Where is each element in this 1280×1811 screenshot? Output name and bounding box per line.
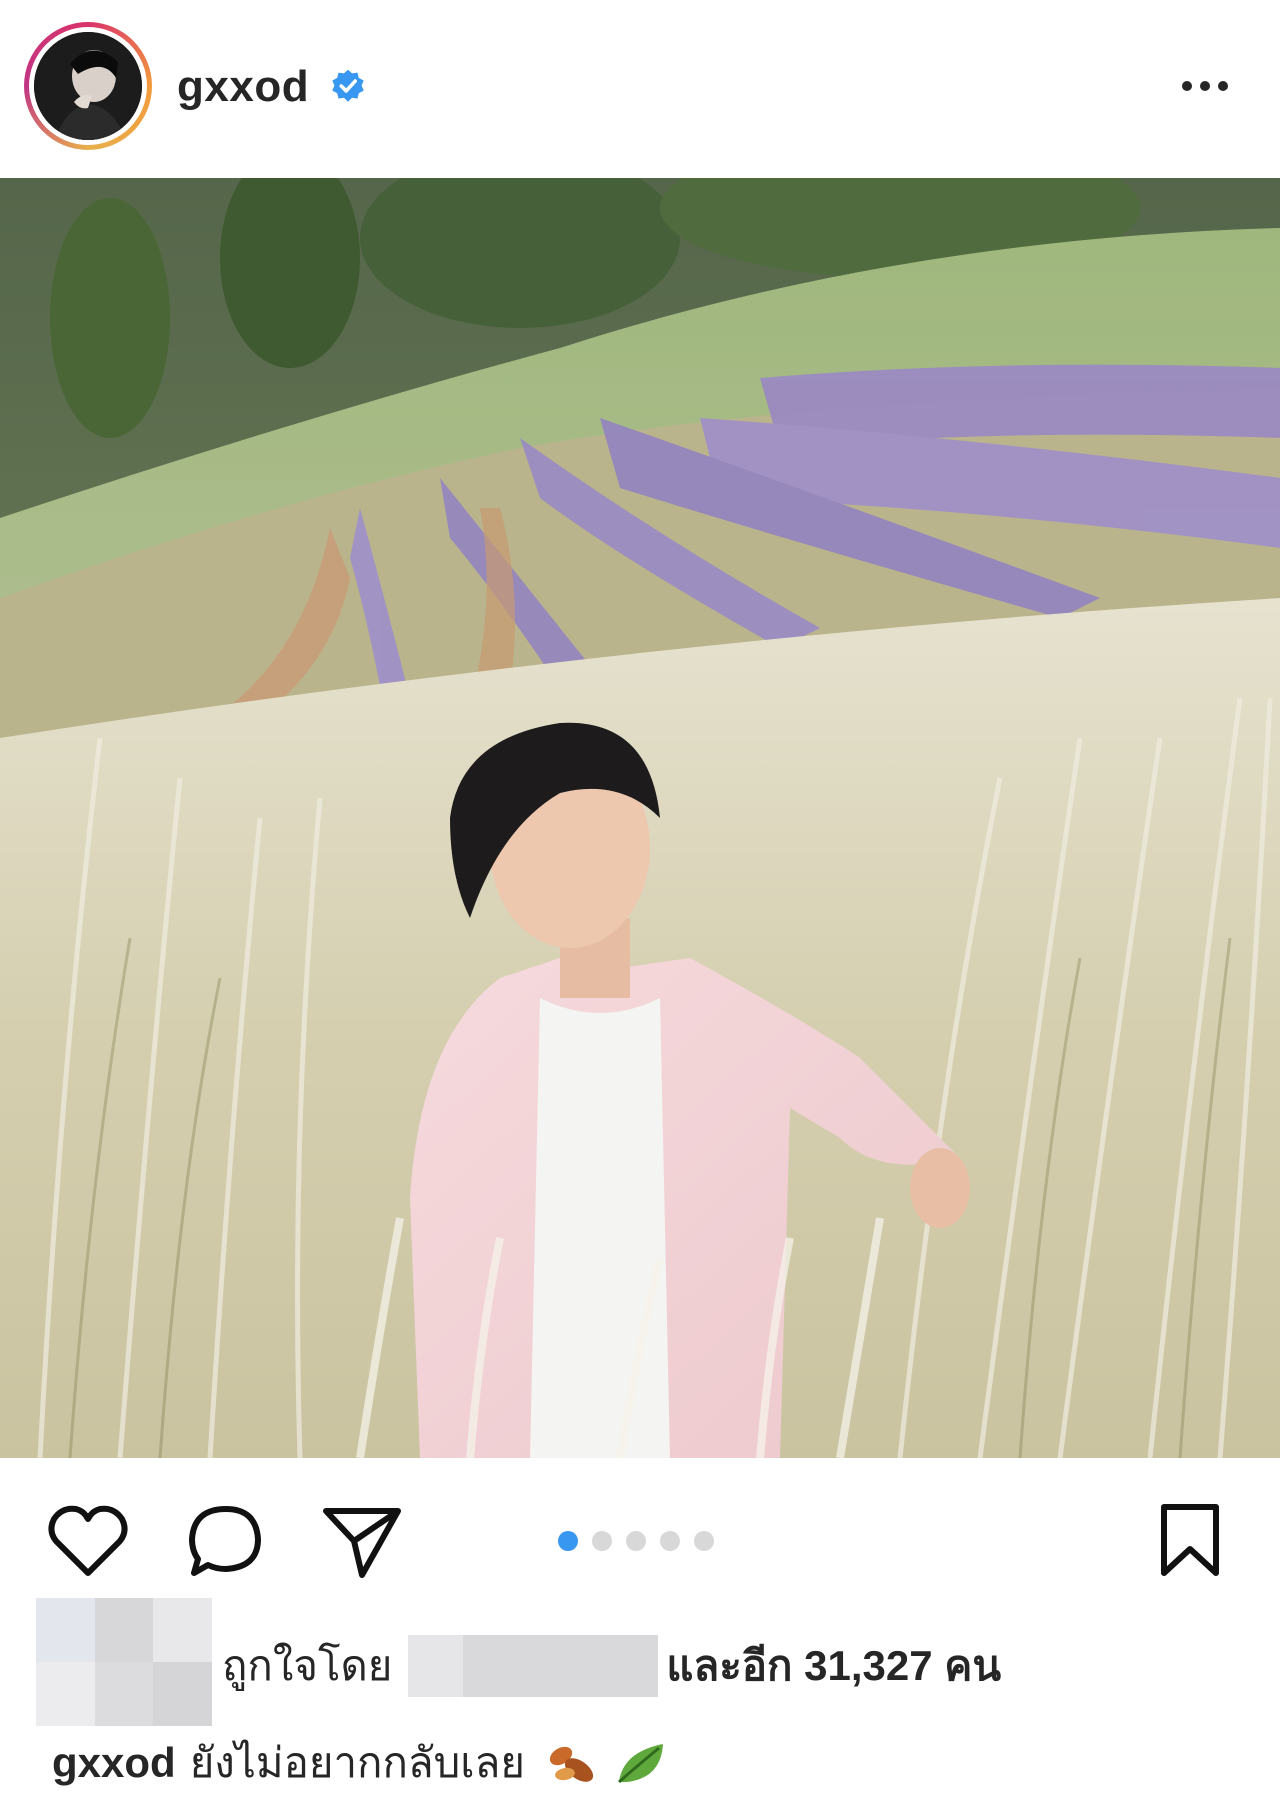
- liker-name-blurred[interactable]: [408, 1635, 659, 1697]
- carousel-indicator: [558, 1531, 714, 1551]
- post-caption: gxxod ยังไม่อยากกลับเลย: [52, 1730, 671, 1796]
- post-username[interactable]: gxxod: [177, 62, 309, 112]
- post-header: gxxod: [0, 0, 1280, 178]
- likes-summary[interactable]: ถูกใจโดย และอีก 31,327 คน: [222, 1635, 1001, 1697]
- comment-icon[interactable]: [186, 1503, 266, 1579]
- caption-username[interactable]: gxxod: [52, 1739, 176, 1787]
- carousel-dot-3[interactable]: [626, 1531, 646, 1551]
- carousel-dot-2[interactable]: [592, 1531, 612, 1551]
- share-icon[interactable]: [322, 1505, 402, 1579]
- verified-icon: [332, 69, 364, 102]
- fallen-leaves-icon: [549, 1746, 594, 1782]
- caption-text: ยังไม่อยากกลับเลย: [189, 1739, 525, 1786]
- more-icon[interactable]: [1175, 64, 1235, 108]
- carousel-dot-5[interactable]: [694, 1531, 714, 1551]
- likes-count[interactable]: และอีก 31,327 คน: [666, 1633, 1001, 1699]
- post-photo[interactable]: [0, 178, 1280, 1458]
- carousel-dot-4[interactable]: [660, 1531, 680, 1551]
- avatar[interactable]: [34, 32, 142, 140]
- save-icon[interactable]: [1158, 1503, 1222, 1579]
- likes-prefix: ถูกใจโดย: [222, 1642, 393, 1689]
- liker-avatars-blurred[interactable]: [36, 1598, 212, 1726]
- carousel-dot-1[interactable]: [558, 1531, 578, 1551]
- story-ring[interactable]: [24, 22, 152, 150]
- like-icon[interactable]: [46, 1503, 130, 1579]
- leaf-icon: [618, 1744, 663, 1784]
